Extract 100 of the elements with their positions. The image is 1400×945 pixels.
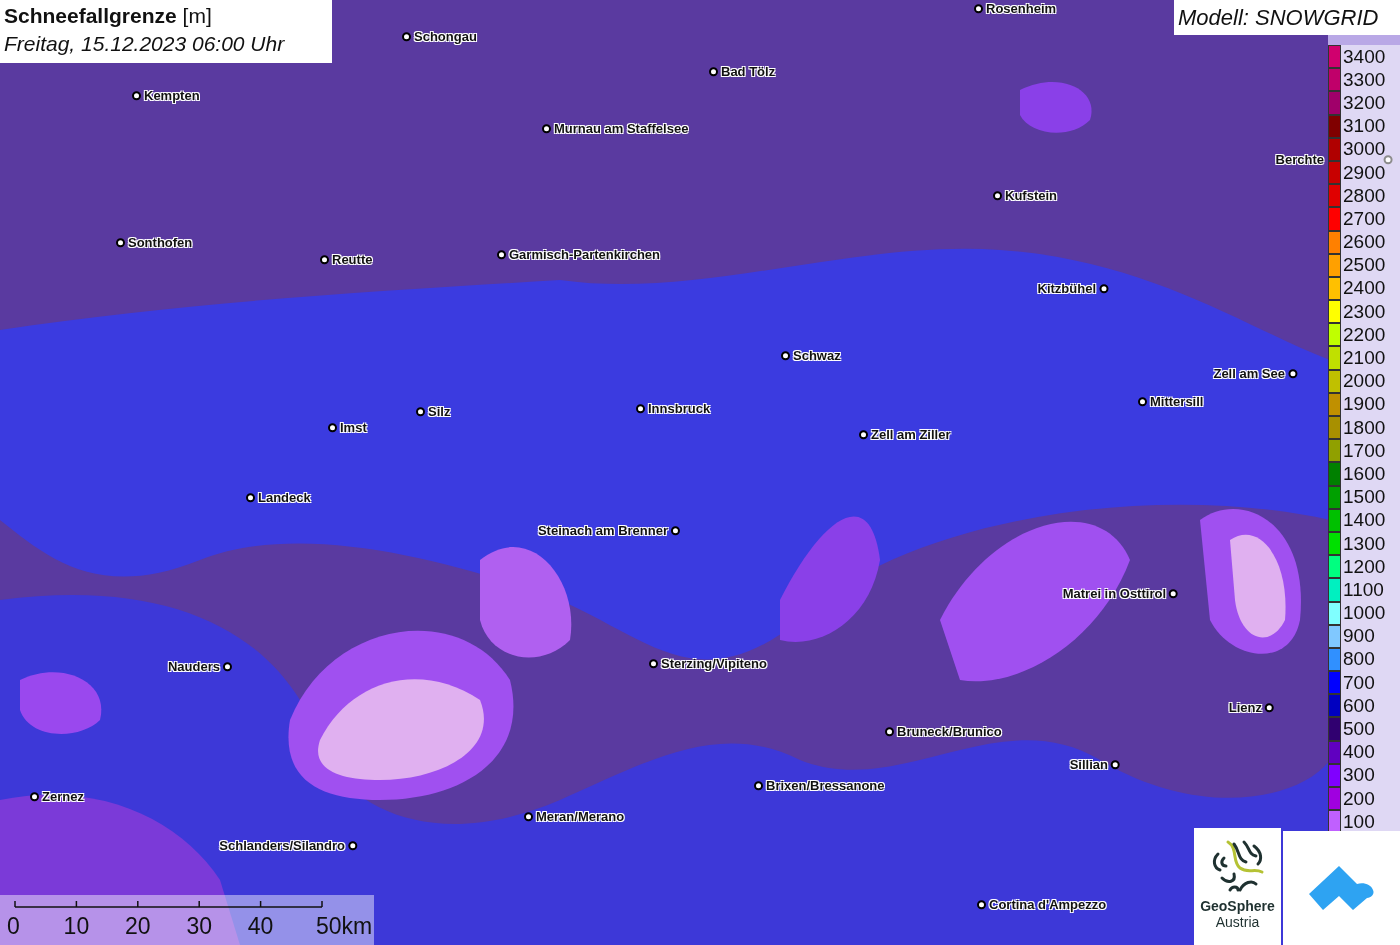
legend-label: 800 (1342, 649, 1375, 670)
legend-label: 500 (1342, 719, 1375, 740)
legend-label: 2500 (1342, 255, 1386, 276)
chevron-logo-icon (1308, 864, 1375, 912)
city-dot (524, 812, 533, 822)
city-label: Steinach am Brenner (537, 522, 668, 541)
city-dot (416, 407, 425, 417)
scale-label: 10 (63, 913, 90, 939)
city-label: Lienz (1228, 699, 1262, 718)
city-dot (754, 781, 763, 791)
city-label: Berchte (1275, 151, 1324, 170)
legend-label: 1000 (1342, 603, 1386, 624)
city-label: Schwaz (793, 347, 841, 366)
legend-label: 2400 (1342, 278, 1386, 299)
city-label: Zell am Ziller (871, 426, 951, 445)
map-title: Schneefallgrenze [m] (4, 3, 213, 29)
city-dot (781, 351, 790, 361)
city-label: Reutte (332, 251, 373, 270)
city-dot (1169, 589, 1178, 599)
city-dot (1265, 703, 1274, 713)
city-label: Matrei in Osttirol (1062, 585, 1166, 604)
city-label: Cortina d'Ampezzo (989, 896, 1107, 915)
city-dot (1111, 760, 1120, 770)
city-label: Garmisch-Partenkirchen (509, 246, 660, 265)
legend-label: 3300 (1342, 69, 1386, 90)
city-dot (132, 91, 141, 101)
legend-label: 2000 (1342, 371, 1386, 392)
scale-label: 30 (186, 913, 212, 939)
city-label: Brixen/Bressanone (766, 777, 885, 796)
city-label: Zell am See (1213, 365, 1285, 384)
city-label: Imst (340, 419, 367, 438)
city-label: Sterzing/Vipiteno (661, 655, 767, 674)
city-dot (1099, 284, 1108, 294)
city-dot (497, 250, 506, 260)
city-dot (1384, 155, 1393, 165)
legend-label: 3000 (1342, 139, 1386, 160)
city-label: Landeck (258, 489, 311, 508)
legend-label: 1600 (1342, 463, 1386, 484)
city-dot (1138, 397, 1147, 407)
city-dot (402, 32, 411, 42)
city-label: Sillian (1069, 756, 1108, 775)
legend-label: 2700 (1342, 208, 1386, 229)
city-label: Schlanders/Silandro (219, 837, 345, 856)
city-label: Schongau (414, 28, 477, 47)
scale-label: 50km (315, 913, 373, 939)
city-dot (116, 238, 125, 248)
legend-label: 3400 (1342, 46, 1386, 67)
city-dot (348, 841, 357, 851)
legend-label: 1300 (1342, 533, 1386, 554)
city-label: Murnau am Staffelsee (554, 120, 689, 139)
legend-label: 1100 (1342, 579, 1384, 600)
city-dot (974, 4, 983, 14)
city-dot (542, 124, 551, 134)
legend-label: 400 (1342, 742, 1375, 763)
city-label: Sonthofen (128, 234, 193, 253)
city-label: Silz (428, 403, 451, 422)
city-label: Mittersill (1150, 393, 1204, 412)
legend-label: 2800 (1342, 185, 1386, 206)
city-dot (1288, 369, 1297, 379)
city-label: Zernez (42, 788, 84, 807)
legend-label: 3100 (1342, 116, 1386, 137)
legend-label: 300 (1342, 765, 1375, 786)
city-dot (709, 67, 718, 77)
city-dot (859, 430, 868, 440)
legend-label: 200 (1342, 788, 1375, 809)
legend-label: 3200 (1342, 92, 1386, 113)
legend-label: 2200 (1342, 324, 1386, 345)
city-dot (649, 659, 658, 669)
legend-label: 100 (1342, 811, 1375, 832)
city-label: Nauders (167, 658, 220, 677)
legend-label: 2100 (1342, 348, 1386, 369)
legend-label: 1900 (1342, 394, 1386, 415)
legend-label: 700 (1342, 672, 1375, 693)
city-label: Kitzbühel (1037, 280, 1096, 299)
scale-label: 20 (125, 913, 151, 939)
city-label: Rosenheim (986, 0, 1057, 19)
city-label: Bad Tölz (721, 63, 776, 82)
city-label: Kempten (144, 87, 200, 106)
legend-label: 1700 (1342, 440, 1386, 461)
city-label: Bruneck/Brunico (897, 723, 1002, 742)
city-dot (977, 900, 986, 910)
city-dot (636, 404, 645, 414)
legend-label: 900 (1342, 626, 1375, 647)
scale-label: 0 (7, 913, 20, 939)
legend-label: 1800 (1342, 417, 1386, 438)
scale-label: 40 (247, 913, 274, 939)
legend-label: 2300 (1342, 301, 1386, 322)
city-dot (671, 526, 680, 536)
city-dot (223, 662, 232, 672)
logo-subtext: Austria (1215, 914, 1260, 931)
city-dot (246, 493, 255, 503)
legend-label: 2600 (1342, 232, 1386, 253)
legend-label: 1500 (1342, 487, 1386, 508)
city-dot (328, 423, 337, 433)
city-dot (993, 191, 1002, 201)
legend-label: 600 (1342, 695, 1375, 716)
city-label: Innsbruck (648, 400, 711, 419)
legend-label: 1400 (1342, 510, 1386, 531)
forecast-datetime: Freitag, 15.12.2023 06:00 Uhr (4, 31, 286, 57)
logo-text: GeoSphere (1200, 898, 1275, 914)
